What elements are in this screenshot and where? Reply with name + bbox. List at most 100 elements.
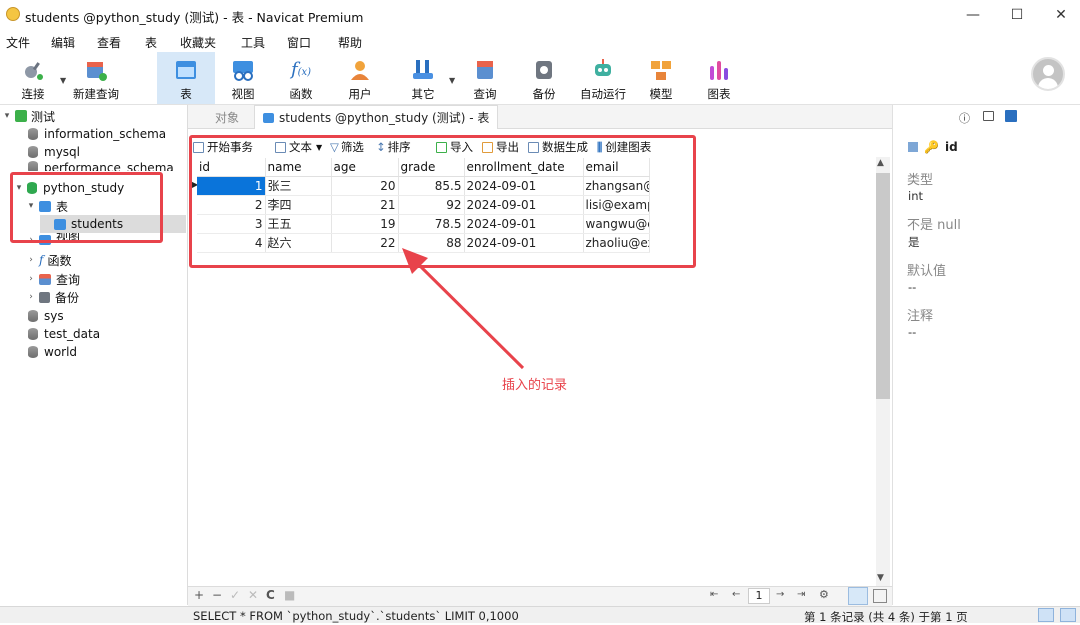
connect-dropdown-icon[interactable]: ▼ [60, 76, 66, 85]
sidebar-item-backups[interactable]: › 备份 [26, 288, 79, 306]
database-icon [28, 146, 38, 158]
prev-page-icon[interactable]: ← [732, 589, 740, 600]
model-button[interactable]: 模型 [638, 52, 684, 104]
sidebar-item-mysql[interactable]: mysql [28, 143, 80, 161]
menu-file[interactable]: 文件 [6, 34, 30, 51]
comment-label: 注释 [907, 309, 934, 324]
annotation-box-sidebar [10, 172, 163, 243]
backup-icon [39, 291, 50, 303]
sidebar-item-test-data[interactable]: test_data [28, 325, 100, 343]
tab-objects[interactable]: 对象 [200, 105, 254, 129]
avatar[interactable] [1031, 57, 1065, 91]
new-query-icon [84, 58, 108, 82]
window-title: students @python_study (测试) - 表 - Navica… [25, 10, 364, 25]
annotation-label: 插入的记录 [502, 378, 568, 393]
connection-icon [15, 110, 27, 122]
function-icon: f(x) [290, 59, 312, 80]
new-query-button[interactable]: 新建查询 [68, 52, 124, 104]
delete-record-button[interactable]: − [212, 588, 222, 602]
table-icon [174, 58, 198, 82]
panel-toggle-left-icon[interactable] [1038, 608, 1054, 622]
close-button[interactable]: ✕ [1038, 0, 1080, 30]
backup-icon [532, 58, 556, 82]
sidebar-item-world[interactable]: world [28, 343, 77, 361]
model-icon [649, 58, 673, 82]
settings-icon[interactable]: ⚙ [819, 588, 829, 601]
panel-toggle-right-icon[interactable] [1060, 608, 1076, 622]
maximize-button[interactable]: ☐ [994, 0, 1040, 30]
not-null-value: 是 [908, 235, 920, 249]
chevron-down-icon[interactable]: ▾ [2, 111, 12, 121]
info-icon[interactable]: ⓘ [959, 110, 970, 126]
chevron-right-icon[interactable]: › [26, 292, 36, 302]
form-view-button[interactable] [873, 589, 887, 603]
scroll-down-icon[interactable]: ▼ [877, 573, 884, 583]
field-header: 🔑 id [908, 140, 958, 154]
user-button[interactable]: 用户 [337, 52, 383, 104]
default-value: -- [908, 280, 917, 294]
backup-button[interactable]: 备份 [521, 52, 567, 104]
tools-icon [411, 58, 435, 82]
connect-button[interactable]: 连接 [10, 52, 56, 104]
auto-run-button[interactable]: 自动运行 [576, 52, 630, 104]
sidebar-item-performance-schema[interactable]: performance_schema [28, 161, 174, 171]
chart-icon [707, 58, 731, 82]
other-dropdown-icon[interactable]: ▼ [449, 76, 455, 85]
discard-button[interactable]: ✕ [248, 588, 258, 602]
grid-view-icon[interactable] [1005, 110, 1017, 122]
tab-students[interactable]: students @python_study (测试) - 表 [254, 105, 499, 129]
function-button[interactable]: f(x) 函数 [278, 52, 324, 104]
grid-view-button[interactable] [848, 587, 868, 605]
table-button[interactable]: 表 [157, 52, 215, 104]
not-null-label: 不是 null [907, 218, 961, 233]
type-value: int [908, 189, 923, 203]
menu-view[interactable]: 查看 [97, 34, 121, 51]
sidebar-item-functions[interactable]: › f 函数 [26, 251, 71, 269]
view-icon [231, 58, 255, 82]
minimize-button[interactable]: — [950, 0, 996, 30]
menu-edit[interactable]: 编辑 [51, 34, 75, 51]
query-button[interactable]: 查询 [462, 52, 508, 104]
database-icon [28, 310, 38, 322]
function-icon: f [39, 253, 44, 267]
other-button[interactable]: 其它 [400, 52, 446, 104]
query-icon [473, 58, 497, 82]
menu-bar [0, 30, 1080, 52]
menu-favorites[interactable]: 收藏夹 [180, 34, 216, 51]
first-page-icon[interactable]: ⇤ [710, 589, 718, 600]
scroll-up-icon[interactable]: ▲ [877, 158, 884, 168]
next-page-icon[interactable]: → [776, 589, 784, 600]
apply-button[interactable]: ✓ [230, 588, 240, 602]
chart-button[interactable]: 图表 [696, 52, 742, 104]
database-icon [28, 128, 38, 140]
menu-table[interactable]: 表 [145, 34, 157, 51]
last-page-icon[interactable]: ⇥ [797, 589, 805, 600]
menu-window[interactable]: 窗口 [287, 34, 311, 51]
ddl-icon[interactable] [983, 111, 994, 121]
menu-help[interactable]: 帮助 [338, 34, 362, 51]
scrollbar-thumb[interactable] [876, 173, 890, 399]
plug-icon [21, 58, 45, 82]
type-label: 类型 [907, 173, 934, 188]
stop-button[interactable]: ■ [284, 588, 295, 602]
key-icon: 🔑 [924, 140, 939, 154]
sidebar-item-sys[interactable]: sys [28, 307, 64, 325]
robot-icon [591, 58, 615, 82]
chevron-right-icon[interactable]: › [26, 274, 36, 284]
default-label: 默认值 [907, 264, 947, 279]
user-icon [348, 58, 372, 82]
add-record-button[interactable]: + [194, 588, 204, 602]
sidebar-item-information-schema[interactable]: information_schema [28, 125, 166, 143]
chevron-right-icon[interactable]: › [26, 255, 36, 265]
status-sql: SELECT * FROM `python_study`.`students` … [193, 609, 519, 623]
sidebar-item-connection[interactable]: ▾ 测试 [2, 107, 55, 125]
view-button[interactable]: 视图 [220, 52, 266, 104]
comment-value: -- [908, 325, 917, 339]
table-icon [908, 142, 918, 152]
page-number-input[interactable]: 1 [748, 588, 770, 604]
sidebar-item-queries[interactable]: › 查询 [26, 270, 80, 288]
table-icon [263, 112, 274, 123]
menu-tools[interactable]: 工具 [241, 34, 265, 51]
query-icon [39, 273, 51, 285]
refresh-button[interactable]: C [266, 588, 275, 602]
